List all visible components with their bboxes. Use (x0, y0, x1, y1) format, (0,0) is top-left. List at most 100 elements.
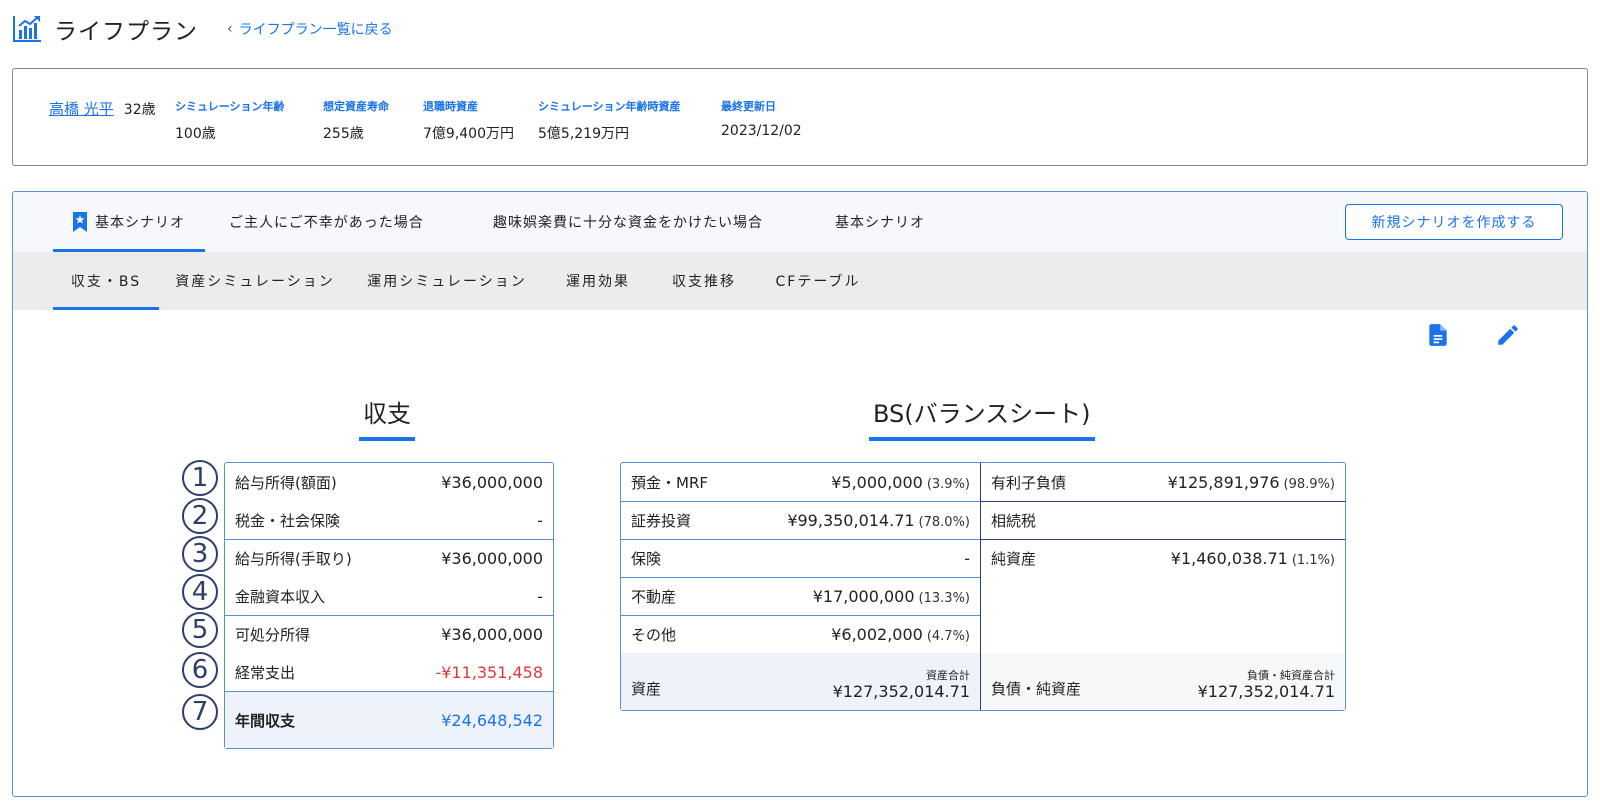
percentage: (1.1%) (1291, 552, 1335, 568)
income-row-tax: 税金・社会保険 - (225, 501, 553, 539)
liabilities-column: 有利子負債 ¥125,891,976 (98.9%) 相続税 純資産 ¥1,460… (981, 463, 1345, 710)
title-underline (359, 437, 415, 441)
edit-pencil-icon[interactable] (1495, 322, 1521, 348)
last-updated-value: 2023/12/02 (721, 123, 802, 139)
retirement-assets-label: 退職時資産 (423, 100, 478, 113)
amount: ¥17,000,000 (812, 586, 915, 606)
row-label: 金融資本収入 (235, 587, 326, 606)
sim-age-field: シミュレーション年齢 100歳 (175, 98, 285, 143)
total-caption: 負債・純資産合計 (1247, 669, 1335, 682)
amount: ¥5,000,000 (831, 472, 923, 492)
assets-column: 預金・MRF ¥5,000,000 (3.9%) 証券投資 ¥99,350,014… (621, 463, 981, 710)
percentage: (4.7%) (926, 628, 970, 644)
asset-row-other: その他 ¥6,002,000 (4.7%) (621, 615, 980, 653)
row-value: ¥36,000,000 (441, 625, 543, 644)
row-value: ¥24,648,542 (441, 710, 543, 730)
row-label: 給与所得(額面) (235, 473, 337, 492)
income-row-expenses: 経常支出 -¥11,351,458 (225, 653, 553, 691)
tab-label: 基本シナリオ (95, 215, 185, 231)
asset-row-insurance: 保険 - (621, 539, 980, 577)
row-value: ¥99,350,014.71 (78.0%) (787, 511, 970, 530)
asset-row-real-estate: 不動産 ¥17,000,000 (13.3%) (621, 577, 980, 615)
row-label: 不動産 (631, 587, 677, 606)
number-badge-6: 6 (182, 652, 218, 688)
row-label: 相続税 (991, 511, 1037, 530)
row-label: 給与所得(手取り) (235, 550, 352, 568)
tab-investment-effect[interactable]: 運用効果 (563, 252, 633, 310)
total-caption: 資産合計 (926, 669, 970, 682)
row-label: 年間収支 (235, 711, 296, 730)
client-age: 32歳 (123, 102, 156, 118)
number-badge-7: 7 (182, 694, 218, 730)
percentage: (98.9%) (1283, 476, 1335, 492)
amount: ¥1,460,038.71 (1170, 548, 1288, 568)
tab-cf-table[interactable]: CFテーブル (773, 252, 863, 310)
bs-title-text: BS(バランスシート) (873, 400, 1091, 428)
row-label: 純資産 (991, 549, 1037, 568)
income-row-disposable: 可処分所得 ¥36,000,000 (225, 615, 553, 653)
tab-asset-simulation[interactable]: 資産シミュレーション (175, 252, 335, 310)
sim-age-assets-field: シミュレーション年齢時資産 5億5,219万円 (538, 98, 681, 143)
number-badge-1: 1 (182, 460, 218, 496)
bookmark-star-icon (73, 212, 87, 232)
total-value: ¥127,352,014.71 (832, 682, 970, 701)
row-label: 預金・MRF (631, 473, 708, 492)
income-row-annual-balance: 年間収支 ¥24,648,542 (225, 691, 553, 748)
row-value: -¥11,351,458 (435, 662, 543, 682)
sim-age-assets-label: シミュレーション年齢時資産 (538, 100, 681, 113)
tab-label: 基本シナリオ (835, 215, 925, 231)
number-badge-3: 3 (182, 536, 218, 572)
income-row-gross-salary: 給与所得(額面) ¥36,000,000 (225, 463, 553, 501)
row-label: 経常支出 (235, 663, 296, 682)
row-label: 有利子負債 (991, 473, 1067, 492)
page-title: ライフプラン (54, 19, 198, 45)
asset-life-label: 想定資産寿命 (323, 100, 389, 113)
row-value: ¥6,002,000 (4.7%) (831, 625, 970, 644)
page-header: ライフプラン (12, 12, 198, 46)
asset-row-deposits: 預金・MRF ¥5,000,000 (3.9%) (621, 463, 980, 501)
income-row-capital-income: 金融資本収入 - (225, 577, 553, 615)
tab-scenario-death[interactable]: ご主人にご不幸があった場合 (229, 192, 424, 252)
liab-total-row: 負債・純資産 負債・純資産合計 ¥127,352,014.71 (981, 653, 1345, 710)
asset-row-securities: 証券投資 ¥99,350,014.71 (78.0%) (621, 501, 980, 539)
sim-age-label: シミュレーション年齢 (175, 100, 285, 113)
number-badge-2: 2 (182, 498, 218, 534)
liab-row-net-assets: 純資産 ¥1,460,038.71 (1.1%) (981, 539, 1345, 577)
income-table: 給与所得(額面) ¥36,000,000 税金・社会保険 - 給与所得(手取り)… (224, 462, 554, 749)
income-title-text: 収支 (363, 400, 411, 428)
asset-total-row: 資産 資産合計 ¥127,352,014.71 (621, 653, 980, 710)
amount: ¥125,891,976 (1167, 472, 1280, 492)
back-link-label: ライフプラン一覧に戻る (238, 22, 393, 38)
new-scenario-button[interactable]: 新規シナリオを作成する (1345, 204, 1563, 240)
asset-life-value: 255歳 (323, 126, 364, 142)
tab-scenario-basic-2[interactable]: 基本シナリオ (835, 192, 925, 252)
percentage: (3.9%) (926, 476, 970, 492)
row-value: ¥5,000,000 (3.9%) (831, 473, 970, 492)
back-to-list-link[interactable]: ‹ ライフプラン一覧に戻る (227, 19, 393, 39)
tab-scenario-hobby[interactable]: 趣味娯楽費に十分な資金をかけたい場合 (493, 192, 763, 252)
scenario-panel: 基本シナリオ ご主人にご不幸があった場合 趣味娯楽費に十分な資金をかけたい場合 … (12, 191, 1588, 797)
amount: ¥6,002,000 (831, 624, 923, 644)
row-value: - (964, 548, 970, 568)
asset-life-field: 想定資産寿命 255歳 (323, 98, 389, 143)
row-value: ¥125,891,976 (98.9%) (1168, 473, 1335, 492)
sim-age-value: 100歳 (175, 126, 216, 142)
last-updated-label: 最終更新日 (721, 100, 776, 113)
tab-balance-trend[interactable]: 収支推移 (669, 252, 739, 310)
tab-scenario-basic[interactable]: 基本シナリオ (53, 192, 205, 252)
retirement-assets-value: 7億9,400万円 (423, 126, 514, 142)
scenario-tab-bar: 基本シナリオ ご主人にご不幸があった場合 趣味娯楽費に十分な資金をかけたい場合 … (13, 192, 1587, 252)
document-icon[interactable] (1425, 322, 1451, 348)
last-updated-field: 最終更新日 2023/12/02 (721, 98, 802, 139)
tab-income-bs[interactable]: 収支・BS (53, 252, 159, 310)
bs-title: BS(バランスシート) (869, 394, 1095, 441)
chart-icon (13, 16, 41, 42)
percentage: (13.3%) (918, 590, 970, 606)
row-label: 証券投資 (631, 511, 692, 530)
row-value: ¥36,000,000 (441, 549, 543, 568)
row-value: - (537, 510, 543, 530)
client-name-link[interactable]: 高橋 光平 (49, 98, 114, 119)
tab-investment-simulation[interactable]: 運用シミュレーション (367, 252, 527, 310)
retirement-assets-field: 退職時資産 7億9,400万円 (423, 98, 514, 143)
row-value: - (537, 586, 543, 606)
